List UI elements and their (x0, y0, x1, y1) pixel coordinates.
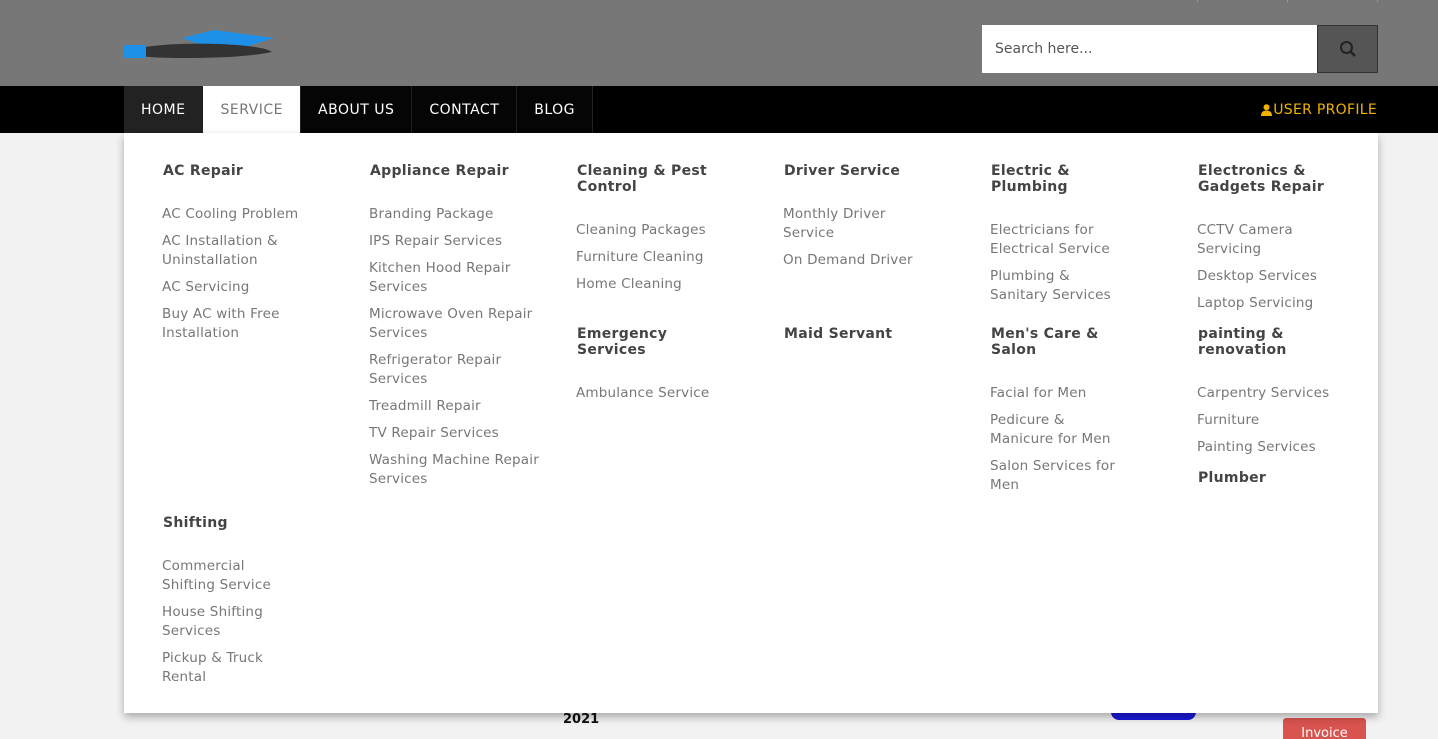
menu-link[interactable]: Electricians for Electrical Service (990, 221, 1121, 259)
menu-category[interactable]: Maid Servant (784, 326, 954, 342)
menu-link[interactable]: Salon Services for Men (990, 457, 1121, 495)
menu-link[interactable]: Laptop Servicing (1197, 294, 1348, 313)
menu-column-maid: Maid Servant (784, 326, 954, 342)
menu-category[interactable]: painting & renovation (1198, 326, 1348, 358)
menu-link[interactable]: Microwave Oven Repair Services (369, 305, 540, 343)
menu-link[interactable]: Plumbing & Sanitary Services (990, 267, 1121, 305)
menu-link[interactable]: Carpentry Services (1197, 384, 1348, 403)
menu-category[interactable]: Electric & Plumbing (991, 163, 1121, 195)
menu-category[interactable]: Appliance Repair (370, 163, 540, 179)
menu-column-mens-care: Men's Care & Salon Facial for Men Pedicur… (990, 326, 1121, 503)
menu-list: Commercial Shifting Service House Shiftin… (162, 557, 293, 687)
menu-column-painting: painting & renovation Carpentry Services… (1197, 326, 1348, 465)
menu-list: CCTV Camera Servicing Desktop Services Lap… (1197, 221, 1348, 313)
menu-link[interactable]: Pickup & Truck Rental (162, 649, 293, 687)
menu-list: Cleaning Packages Furniture Cleaning Home … (576, 221, 727, 294)
user-profile-link[interactable]: USER PROFILE (1261, 86, 1377, 133)
nav-blog[interactable]: BLOG (517, 86, 594, 133)
menu-link[interactable]: Kitchen Hood Repair Services (369, 259, 540, 297)
menu-link[interactable]: Buy AC with Free Installation (162, 305, 333, 343)
nav-about-us[interactable]: ABOUT US (301, 86, 413, 133)
main-nav: HOME SERVICE ABOUT US CONTACT BLOG USER … (0, 86, 1438, 133)
menu-link[interactable]: Desktop Services (1197, 267, 1348, 286)
menu-link[interactable]: Furniture Cleaning (576, 248, 727, 267)
invoice-button[interactable]: Invoice (1283, 718, 1366, 739)
menu-link[interactable]: AC Cooling Problem (162, 205, 333, 224)
menu-link[interactable]: TV Repair Services (369, 424, 540, 443)
nav-home[interactable]: HOME (124, 86, 204, 133)
menu-list: Branding Package IPS Repair Services Kitch… (369, 205, 540, 489)
user-profile-label: USER PROFILE (1273, 101, 1377, 118)
logo-icon[interactable] (124, 28, 274, 64)
service-mega-menu: AC Repair AC Cooling Problem AC Installat… (124, 133, 1378, 713)
menu-link[interactable]: AC Servicing (162, 278, 333, 297)
menu-link[interactable]: Pedicure & Manicure for Men (990, 411, 1121, 449)
menu-link[interactable]: Furniture (1197, 411, 1348, 430)
search-button[interactable] (1317, 25, 1378, 73)
menu-category[interactable]: Men's Care & Salon (991, 326, 1121, 358)
menu-category[interactable]: Shifting (163, 515, 293, 531)
menu-column-appliance-repair: Appliance Repair Branding Package IPS Rep… (369, 163, 540, 497)
menu-list: Monthly Driver Service On Demand Driver (783, 205, 934, 270)
search-bar (982, 25, 1378, 73)
menu-link[interactable]: IPS Repair Services (369, 232, 540, 251)
menu-link[interactable]: Monthly Driver Service (783, 205, 934, 243)
menu-column-plumber: Plumber (1198, 470, 1368, 486)
menu-link[interactable]: Branding Package (369, 205, 540, 224)
menu-link[interactable]: House Shifting Services (162, 603, 293, 641)
menu-link[interactable]: AC Installation & Uninstallation (162, 232, 333, 270)
menu-category[interactable]: Emergency Services (577, 326, 727, 358)
menu-link[interactable]: Treadmill Repair (369, 397, 540, 416)
search-input[interactable] (982, 25, 1317, 73)
menu-link[interactable]: On Demand Driver (783, 251, 934, 270)
menu-link[interactable]: Cleaning Packages (576, 221, 727, 240)
menu-list: Electricians for Electrical Service Plumb… (990, 221, 1121, 305)
menu-category[interactable]: Driver Service (784, 163, 934, 179)
menu-column-shifting: Shifting Commercial Shifting Service Hous… (162, 515, 293, 695)
menu-link[interactable]: Painting Services (1197, 438, 1348, 457)
menu-column-driver: Driver Service Monthly Driver Service On … (783, 163, 934, 278)
menu-category[interactable]: Cleaning & Pest Control (577, 163, 727, 195)
menu-column-cleaning: Cleaning & Pest Control Cleaning Package… (576, 163, 727, 302)
menu-column-ac-repair: AC Repair AC Cooling Problem AC Installat… (162, 163, 333, 351)
background-year: 2021 (563, 712, 600, 727)
menu-link[interactable]: Washing Machine Repair Services (369, 451, 540, 489)
menu-column-electric: Electric & Plumbing Electricians for Ele… (990, 163, 1121, 313)
menu-link[interactable]: Home Cleaning (576, 275, 727, 294)
nav-contact[interactable]: CONTACT (412, 86, 518, 133)
menu-category[interactable]: Plumber (1198, 470, 1368, 486)
nav-service[interactable]: SERVICE (203, 86, 302, 133)
menu-list: Carpentry Services Furniture Painting Serv… (1197, 384, 1348, 457)
menu-list: Facial for Men Pedicure & Manicure for Me… (990, 384, 1121, 495)
menu-category[interactable]: Electronics & Gadgets Repair (1198, 163, 1348, 195)
menu-list: Ambulance Service (576, 384, 727, 403)
menu-list: AC Cooling Problem AC Installation & Unin… (162, 205, 333, 343)
menu-column-emergency: Emergency Services Ambulance Service (576, 326, 727, 411)
search-icon (1339, 41, 1356, 57)
menu-column-electronics: Electronics & Gadgets Repair CCTV Camera… (1197, 163, 1348, 321)
header (0, 0, 1438, 86)
menu-link[interactable]: Commercial Shifting Service (162, 557, 293, 595)
menu-link[interactable]: CCTV Camera Servicing (1197, 221, 1348, 259)
menu-link[interactable]: Facial for Men (990, 384, 1121, 403)
menu-link[interactable]: Refrigerator Repair Services (369, 351, 540, 389)
menu-category[interactable]: AC Repair (163, 163, 333, 179)
user-icon (1261, 103, 1273, 116)
top-links (1108, 0, 1378, 2)
menu-link[interactable]: Ambulance Service (576, 384, 727, 403)
